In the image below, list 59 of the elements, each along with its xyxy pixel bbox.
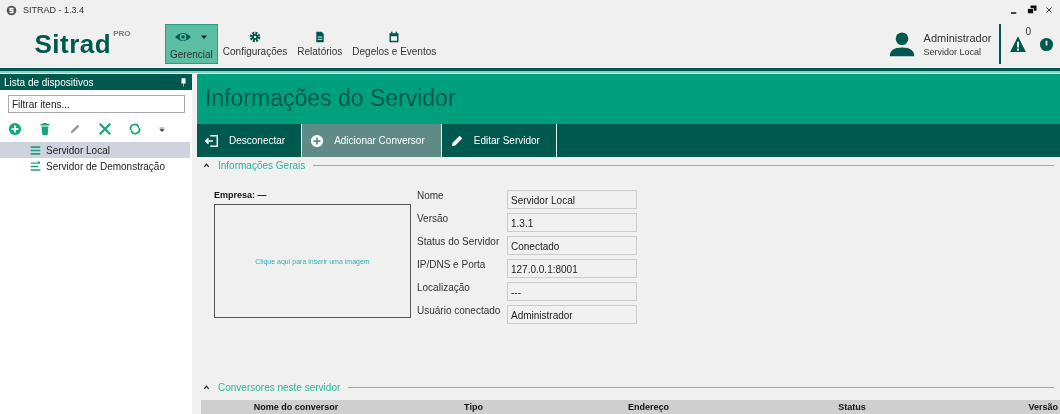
user-icon xyxy=(887,30,916,58)
alert-icon[interactable] xyxy=(1039,36,1054,52)
gear-icon xyxy=(249,31,262,43)
panel-title: Lista de dispositivos xyxy=(4,76,94,88)
window-title: SITRAD - 1.3.4 xyxy=(23,5,85,15)
app-icon xyxy=(6,4,17,16)
overflow-icon[interactable] xyxy=(158,125,166,133)
column-header[interactable]: Endereço xyxy=(556,402,741,413)
collapse-icon[interactable] xyxy=(203,383,210,391)
server-name: Servidor Local xyxy=(923,46,983,57)
filter-field[interactable]: Filtrar itens... xyxy=(8,95,185,113)
tree-item[interactable]: Servidor Local xyxy=(0,142,190,158)
add-icon xyxy=(8,122,22,136)
field-label: Localização xyxy=(417,282,471,296)
field-label: Nome xyxy=(417,190,445,204)
trash-icon xyxy=(38,122,52,136)
close-icon[interactable] xyxy=(1044,5,1054,15)
logo: Sitrad xyxy=(34,28,112,60)
field-value: 127.0.0.1:8001 xyxy=(507,259,637,279)
alert-count: 0 xyxy=(1025,26,1031,37)
column-header[interactable]: Status xyxy=(741,402,963,413)
sync-icon xyxy=(128,122,142,136)
section-title: Conversores neste servidor xyxy=(218,381,341,393)
field-label: Status do Servidor xyxy=(417,236,501,250)
tree-item[interactable]: Servidor de Demonstração xyxy=(0,158,190,174)
list-icon xyxy=(30,144,41,156)
ribbon-tab[interactable]: Configurações xyxy=(217,24,293,64)
pin-icon[interactable] xyxy=(179,77,188,87)
field-label: IP/DNS e Porta xyxy=(417,259,487,273)
add-icon xyxy=(310,133,325,148)
ribbon-tab[interactable]: Degelos e Eventos xyxy=(347,24,442,64)
ribbon-tab[interactable]: Gerencial xyxy=(165,24,218,64)
list-icon xyxy=(30,160,41,172)
field-value: 1.3.1 xyxy=(507,213,637,233)
pencil-icon xyxy=(449,133,464,148)
column-header[interactable]: Versão xyxy=(963,402,1060,413)
page-title: Informações do Servidor xyxy=(205,85,456,113)
field-value: Conectado xyxy=(507,236,637,256)
pencil-icon xyxy=(68,122,82,136)
column-header[interactable]: Nome do conversor xyxy=(201,402,391,413)
field-label: Usuário conectado xyxy=(417,305,502,319)
field-value: Servidor Local xyxy=(507,190,637,210)
caret-icon xyxy=(200,33,209,41)
collapse-icon[interactable] xyxy=(203,161,210,169)
column-header[interactable]: Tipo xyxy=(391,402,556,413)
user-name: Administrador xyxy=(923,31,992,44)
exit-icon xyxy=(205,133,219,148)
restore-icon[interactable] xyxy=(1026,4,1038,16)
field-value: --- xyxy=(507,282,637,302)
company-label: Empresa: — xyxy=(214,190,268,201)
field-label: Versão xyxy=(417,213,450,227)
calendar-icon xyxy=(388,31,401,43)
warning-icon[interactable] xyxy=(1009,35,1028,53)
field-value: Administrador xyxy=(507,305,637,325)
action-button[interactable]: Adicionar Conversor xyxy=(302,123,442,158)
section-title: Informações Gerais xyxy=(218,159,306,171)
document-icon xyxy=(313,31,326,43)
ribbon-tab[interactable]: Relatórios xyxy=(292,24,348,64)
logo-superscript: PRO xyxy=(113,28,131,38)
